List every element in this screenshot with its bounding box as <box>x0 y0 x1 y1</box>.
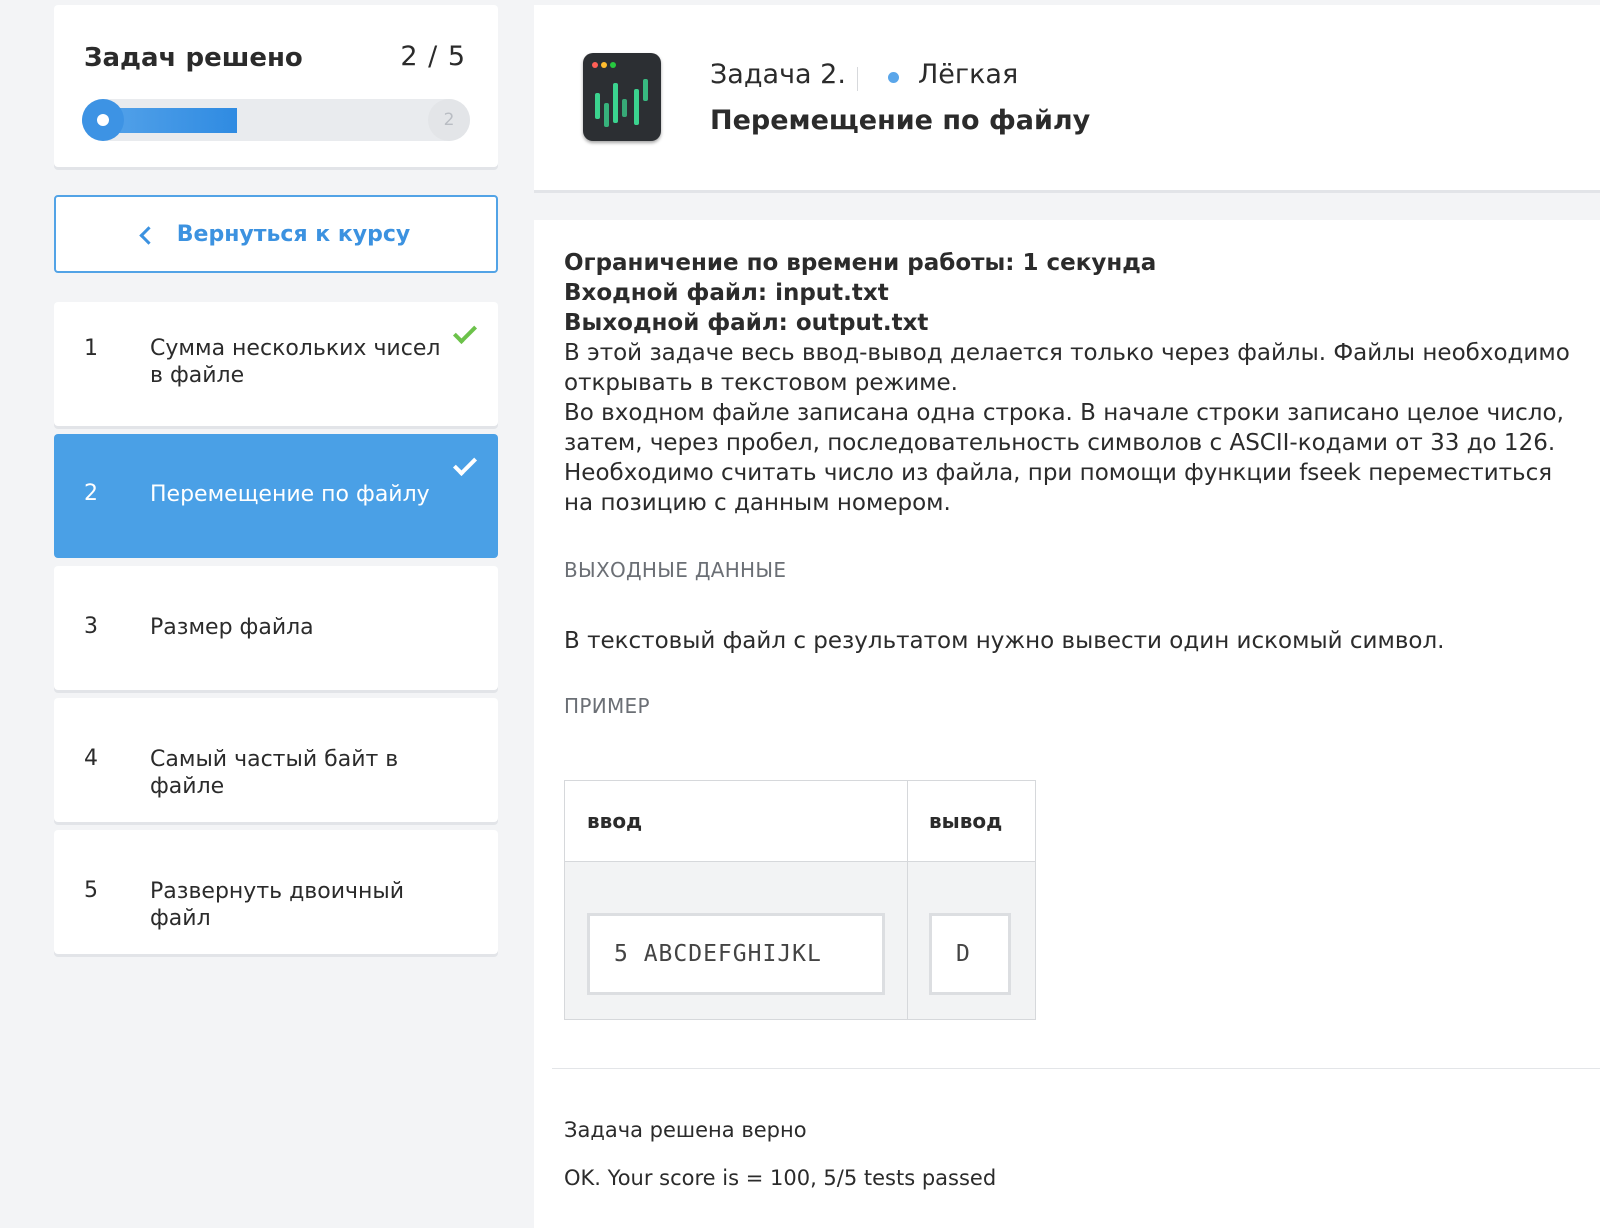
check-icon <box>452 319 478 345</box>
progress-bar: 2 <box>82 99 470 141</box>
output-section-heading: ВЫХОДНЫЕ ДАННЫЕ <box>564 558 787 582</box>
progress-start-marker <box>82 99 124 141</box>
chevron-left-icon <box>139 225 158 245</box>
task-number: 4 <box>84 746 98 771</box>
example-table: ввод вывод 5 ABCDEFGHIJKL D <box>564 780 1036 1020</box>
input-column-header: ввод <box>587 809 643 833</box>
task-label: Самый частый байт в файле <box>150 747 399 799</box>
task-label: Перемещение по файлу <box>150 482 430 507</box>
task-statement: Ограничение по времени работы: 1 секунда… <box>564 248 1574 518</box>
back-to-course-button[interactable]: Вернуться к курсу <box>54 195 498 273</box>
progress-count: 2 / 5 <box>400 41 466 72</box>
statement-paragraph-2: Во входном файле записана одна строка. В… <box>564 400 1564 456</box>
example-output-box[interactable]: D <box>929 913 1011 995</box>
example-input-box[interactable]: 5 ABCDEFGHIJKL <box>587 913 885 995</box>
task-item-3[interactable]: 3 Размер файла <box>54 566 498 690</box>
check-icon <box>452 451 478 477</box>
example-heading: ПРИМЕР <box>564 694 650 718</box>
task-item-2[interactable]: 2 Перемещение по файлу <box>54 434 498 558</box>
task-number: 2 <box>84 481 98 506</box>
task-number: 5 <box>84 878 98 903</box>
output-column-header: вывод <box>929 809 1003 833</box>
task-item-4[interactable]: 4 Самый частый байт в файле <box>54 698 498 822</box>
output-file: Выходной файл: output.txt <box>564 310 929 336</box>
task-header: Задача 2. Лёгкая Перемещение по файлу <box>534 5 1600 190</box>
task-number: 1 <box>84 336 98 361</box>
task-statement-card: Ограничение по времени работы: 1 секунда… <box>534 220 1600 1228</box>
difficulty-dot-icon <box>888 72 899 83</box>
terminal-app-icon <box>583 53 661 141</box>
back-to-course-label: Вернуться к курсу <box>176 221 411 247</box>
progress-card: Задач решено 2 / 5 2 <box>54 5 498 167</box>
difficulty-label: Лёгкая <box>918 59 1019 90</box>
title-separator <box>857 67 858 91</box>
progress-end-marker: 2 <box>428 99 470 141</box>
task-label: Размер файла <box>150 615 314 640</box>
task-item-1[interactable]: 1 Сумма нескольких чисел в файле <box>54 302 498 426</box>
task-title: Перемещение по файлу <box>710 105 1091 136</box>
task-item-5[interactable]: 5 Развернуть двоичный файл <box>54 830 498 954</box>
statement-paragraph-3: Необходимо считать число из файла, при п… <box>564 460 1553 516</box>
result-status: Задача решена верно <box>564 1118 807 1142</box>
result-divider <box>552 1068 1600 1069</box>
page: Задач решено 2 / 5 2 Вернуться к курсу 1… <box>0 0 1600 1228</box>
task-label: Развернуть двоичный файл <box>150 879 405 931</box>
statement-paragraph-1: В этой задаче весь ввод-вывод делается т… <box>564 340 1570 396</box>
output-section-text: В текстовый файл с результатом нужно выв… <box>564 628 1445 654</box>
progress-title: Задач решено <box>84 43 303 73</box>
time-limit: Ограничение по времени работы: 1 секунда <box>564 250 1157 276</box>
result-score: OK. Your score is = 100, 5/5 tests passe… <box>564 1166 997 1190</box>
input-file: Входной файл: input.txt <box>564 280 889 306</box>
task-number-title: Задача 2. <box>710 59 846 90</box>
task-number: 3 <box>84 614 98 639</box>
task-label: Сумма нескольких чисел в файле <box>150 336 441 388</box>
column-divider <box>907 781 908 1019</box>
